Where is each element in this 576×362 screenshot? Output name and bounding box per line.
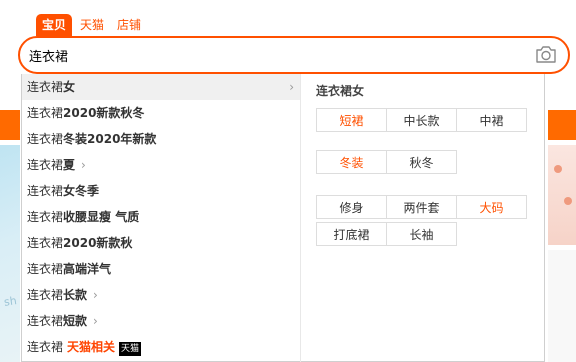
camera-icon[interactable] (535, 44, 557, 64)
attribute-option[interactable]: 中裙 (456, 108, 527, 132)
suggestion-query: 连衣裙 (27, 288, 64, 302)
suggestion-completion: 短款 (63, 314, 88, 328)
attribute-option[interactable]: 长袖 (386, 222, 457, 246)
suggestion-completion: 2020新款秋 (63, 236, 133, 250)
suggestion-item[interactable]: 连衣裙女 › (22, 74, 300, 100)
tab-tmall[interactable]: 天猫 (75, 14, 109, 36)
suggestion-completion: 冬装2020年新款 (63, 132, 157, 146)
suggestion-item[interactable]: 连衣裙夏 › (22, 152, 300, 178)
suggestion-query: 连衣裙 (27, 314, 64, 328)
background-banner-right (548, 110, 576, 140)
suggestion-query: 连衣裙 (27, 80, 64, 94)
attribute-option[interactable]: 秋冬 (386, 150, 457, 174)
background-image-left: sh (0, 145, 20, 362)
suggestion-item[interactable]: 连衣裙短款 › (22, 308, 300, 334)
suggestion-query: 连衣裙 (27, 106, 64, 120)
suggestion-completion: 夏 (63, 158, 76, 172)
suggestion-item[interactable]: 连衣裙2020新款秋 (22, 230, 300, 256)
tmall-cat-icon: 天猫 (119, 341, 142, 356)
background-panel-right (548, 250, 576, 362)
suggestion-completion: 2020新款秋冬 (63, 106, 145, 120)
suggestion-item[interactable]: 连衣裙高端洋气 (22, 256, 300, 282)
attribute-option[interactable]: 中长款 (386, 108, 457, 132)
attribute-option[interactable]: 冬装 (316, 150, 387, 174)
suggestion-query: 连衣裙 (27, 210, 64, 224)
chevron-right-icon: › (289, 80, 294, 94)
suggestion-item[interactable]: 连衣裙2020新款秋冬 (22, 100, 300, 126)
suggestion-query: 连衣裙 (27, 340, 64, 354)
suggestion-query: 连衣裙 (27, 184, 64, 198)
suggestion-item-tmall[interactable]: 连衣裙 天猫相关 天猫 (22, 334, 300, 360)
tab-shops[interactable]: 店铺 (112, 14, 146, 36)
suggestion-completion: 女冬季 (63, 184, 100, 198)
suggestion-item[interactable]: 连衣裙冬装2020年新款 (22, 126, 300, 152)
chevron-right-icon: › (81, 158, 86, 172)
suggestion-dropdown: 连衣裙女 › 连衣裙2020新款秋冬 连衣裙冬装2020年新款 连衣裙夏 › 连衣… (21, 74, 545, 362)
suggestion-completion: 长款 (63, 288, 88, 302)
search-type-tabs: 宝贝 天猫 店铺 (36, 14, 149, 36)
suggestion-item[interactable]: 连衣裙收腰显瘦 气质 (22, 204, 300, 230)
suggestion-completion: 女 (63, 80, 76, 94)
suggestion-completion: 收腰显瘦 气质 (63, 210, 140, 224)
search-box (18, 36, 570, 74)
attribute-option[interactable]: 大码 (456, 195, 527, 219)
attribute-option[interactable]: 打底裙 (316, 222, 387, 246)
chevron-right-icon: › (93, 314, 98, 328)
suggestion-query: 连衣裙 (27, 262, 64, 276)
suggestion-list: 连衣裙女 › 连衣裙2020新款秋冬 连衣裙冬装2020年新款 连衣裙夏 › 连衣… (22, 74, 301, 362)
attribute-option[interactable]: 短裙 (316, 108, 387, 132)
suggestion-item[interactable]: 连衣裙女冬季 (22, 178, 300, 204)
attribute-option[interactable]: 两件套 (386, 195, 457, 219)
background-image-right (548, 145, 576, 245)
tab-items[interactable]: 宝贝 (36, 14, 73, 36)
attribute-option[interactable]: 修身 (316, 195, 387, 219)
search-input[interactable] (29, 46, 519, 64)
suggestion-query: 连衣裙 (27, 236, 64, 250)
suggestion-query: 连衣裙 (27, 132, 64, 146)
attribute-panel-title: 连衣裙女 (316, 84, 365, 98)
tmall-related-label: 天猫相关 (67, 340, 116, 354)
suggestion-completion: 高端洋气 (63, 262, 112, 276)
suggestion-query: 连衣裙 (27, 158, 64, 172)
background-banner-left (0, 110, 20, 140)
suggestion-item[interactable]: 连衣裙长款 › (22, 282, 300, 308)
chevron-right-icon: › (93, 288, 98, 302)
